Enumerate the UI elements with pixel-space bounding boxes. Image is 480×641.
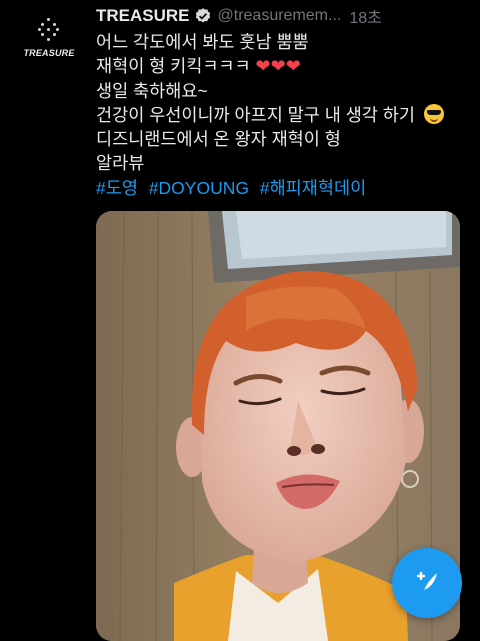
tweet-line: 생일 축하해요~: [96, 80, 208, 101]
tweet-line-text: 재혁이 형 키킥ㅋㅋㅋ: [96, 56, 251, 77]
tweet-line-with-emoji: 건강이 우선이니까 아프지 말구 내 생각 하기: [96, 103, 468, 127]
hashtag-link[interactable]: #해피재혁데이: [260, 178, 366, 198]
compose-tweet-icon: [416, 571, 437, 594]
tweet-header: TREASURE @treasuremem... 18초: [96, 2, 476, 30]
sunglasses-emoji-icon: [423, 103, 444, 124]
hashtag-row: #도영 #DOYOUNG #해피재혁데이: [96, 176, 468, 200]
tweet-line: 어느 각도에서 봐도 훗남 뿜뿜: [96, 32, 309, 52]
tweet-timestamp[interactable]: 18초: [349, 4, 382, 28]
user-handle[interactable]: @treasuremem...: [218, 7, 342, 25]
hashtag-link[interactable]: #도영: [96, 178, 138, 198]
compose-tweet-button[interactable]: [392, 548, 462, 618]
tweet-line-text: 건강이 우선이니까 아프지 말구 내 생각 하기: [96, 104, 415, 125]
heart-emoji-icon: ❤: [255, 56, 271, 77]
tweet-line-with-hearts: 재혁이 형 키킥ㅋㅋㅋ ❤❤❤: [96, 54, 468, 78]
logo-dots: [38, 18, 60, 41]
tweet-line: 디즈니랜드에서 온 왕자 재혁이 형: [96, 129, 341, 150]
heart-emoji-icon: ❤: [285, 56, 301, 77]
verified-badge-icon: [194, 7, 212, 25]
tweet-text: 어느 각도에서 봐도 훗남 뿜뿜 재혁이 형 키킥ㅋㅋㅋ ❤❤❤ 생일 축하해요…: [96, 30, 468, 200]
logo-text: TREASURE: [23, 48, 75, 58]
heart-emoji-icon: ❤: [270, 56, 286, 77]
tweet-line: 알라뷰: [96, 153, 145, 174]
hashtag-link[interactable]: #DOYOUNG: [149, 178, 249, 198]
display-name[interactable]: TREASURE: [96, 6, 190, 26]
profile-avatar[interactable]: TREASURE: [14, 6, 84, 76]
